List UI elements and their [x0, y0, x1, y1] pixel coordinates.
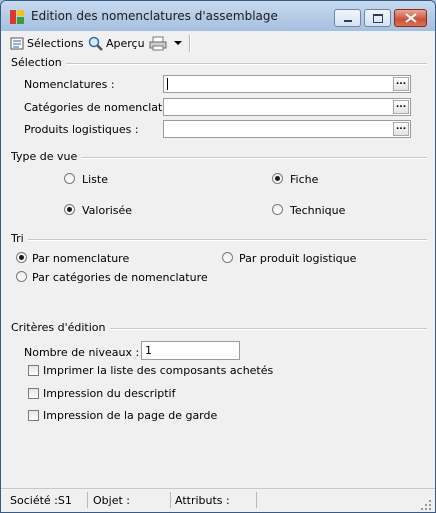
- window-title: Edition des nomenclatures d'assemblage: [31, 9, 278, 23]
- sort-categories-label[interactable]: Par catégories de nomenclature: [32, 271, 208, 284]
- text-caret: [167, 78, 168, 90]
- app-icon: [10, 10, 24, 24]
- title-bar[interactable]: Edition des nomenclatures d'assemblage: [1, 1, 435, 31]
- description-checkbox[interactable]: [28, 388, 39, 399]
- magnifier-icon: [88, 36, 103, 51]
- view-list-radio[interactable]: [64, 173, 75, 184]
- dropdown-arrow-icon[interactable]: [174, 40, 182, 46]
- selections-label: Sélections: [27, 36, 84, 50]
- status-object: Objet :: [93, 494, 130, 507]
- purchased-components-checkbox[interactable]: [28, 365, 39, 376]
- description-label[interactable]: Impression du descriptif: [43, 387, 176, 400]
- view-valued-radio[interactable]: [64, 204, 75, 215]
- status-company: Société :S1: [10, 494, 72, 507]
- toolbar-separator: [189, 35, 191, 52]
- resize-grip-icon[interactable]: [421, 500, 431, 510]
- view-card-label[interactable]: Fiche: [290, 173, 318, 186]
- minimize-button[interactable]: [334, 9, 361, 27]
- levels-input[interactable]: 1: [141, 341, 240, 360]
- close-icon: [405, 13, 417, 23]
- levels-label: Nombre de niveaux :: [24, 346, 140, 359]
- criteria-group-title: Critères d'édition: [11, 321, 110, 334]
- preview-label: Aperçu: [106, 36, 145, 50]
- nomenclatures-browse-button[interactable]: ...: [393, 77, 409, 91]
- categories-field[interactable]: ...: [163, 98, 411, 116]
- nomenclatures-label: Nomenclatures :: [24, 78, 115, 91]
- minimize-icon: [344, 20, 352, 22]
- view-valued-label[interactable]: Valorisée: [82, 204, 132, 217]
- products-browse-button[interactable]: ...: [393, 122, 409, 136]
- sort-nomenclature-label[interactable]: Par nomenclature: [32, 252, 129, 265]
- products-label: Produits logistiques :: [24, 123, 139, 136]
- sort-group-title: Tri: [11, 232, 28, 245]
- view-list-label[interactable]: Liste: [82, 173, 108, 186]
- selection-group-line: [11, 63, 427, 65]
- view-technical-radio[interactable]: [272, 204, 283, 215]
- sort-product-radio[interactable]: [222, 252, 233, 263]
- selection-group-title: Sélection: [11, 56, 66, 69]
- selections-button[interactable]: Sélections: [10, 35, 83, 51]
- view-technical-label[interactable]: Technique: [290, 204, 345, 217]
- view-card-radio[interactable]: [272, 173, 283, 184]
- sort-product-label[interactable]: Par produit logistique: [239, 252, 356, 265]
- status-separator: [256, 492, 257, 508]
- cover-page-checkbox[interactable]: [28, 410, 39, 421]
- status-attributes: Attributs :: [175, 494, 230, 507]
- maximize-icon: [373, 14, 383, 23]
- printer-icon: [149, 36, 167, 50]
- sort-nomenclature-radio[interactable]: [16, 252, 27, 263]
- toolbar: Sélections Aperçu: [1, 32, 435, 54]
- preview-button[interactable]: Aperçu: [88, 35, 145, 51]
- categories-browse-button[interactable]: ...: [393, 100, 409, 114]
- selections-icon: [10, 37, 24, 50]
- status-separator: [87, 492, 88, 508]
- products-field[interactable]: ...: [163, 120, 411, 138]
- nomenclatures-field[interactable]: ...: [163, 75, 411, 93]
- dialog-window: Edition des nomenclatures d'assemblage S…: [0, 0, 436, 513]
- view-type-group-title: Type de vue: [11, 150, 82, 163]
- sort-group-line: [11, 239, 427, 241]
- status-separator: [170, 492, 171, 508]
- print-button[interactable]: [149, 35, 182, 51]
- cover-page-label[interactable]: Impression de la page de garde: [43, 409, 217, 422]
- sort-categories-radio[interactable]: [16, 271, 27, 282]
- status-bar: Société :S1 Objet : Attributs :: [1, 488, 435, 512]
- maximize-button[interactable]: [364, 9, 391, 27]
- purchased-components-label[interactable]: Imprimer la liste des composants achetés: [43, 364, 273, 377]
- close-button[interactable]: [394, 9, 427, 27]
